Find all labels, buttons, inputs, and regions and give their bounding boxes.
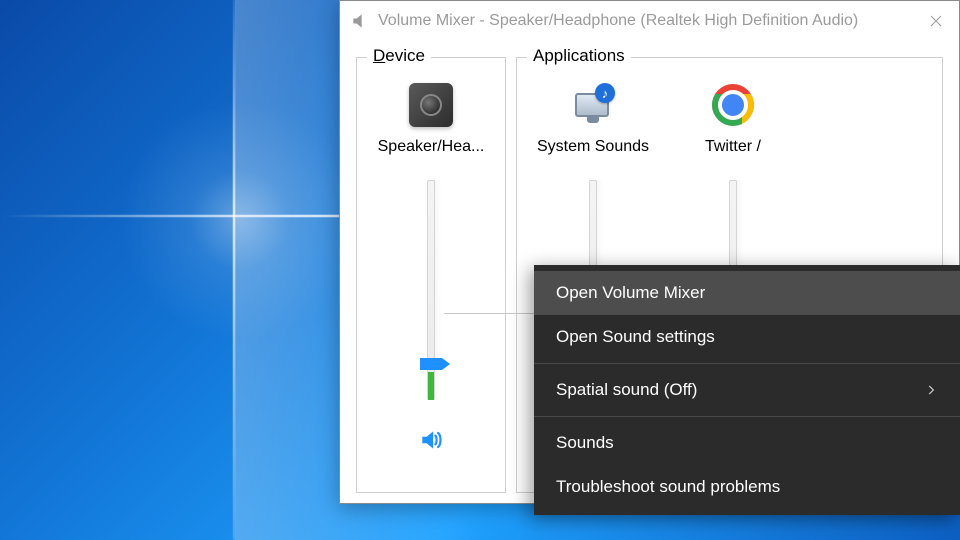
titlebar[interactable]: Volume Mixer - Speaker/Headphone (Realte… (340, 1, 959, 41)
device-slider-thumb[interactable] (420, 358, 442, 370)
system-sounds-icon-button[interactable]: ♪ (523, 78, 663, 132)
desktop-background: Volume Mixer - Speaker/Headphone (Realte… (0, 0, 960, 540)
menu-item-label: Sounds (556, 433, 614, 453)
device-label: Speaker/Hea... (371, 138, 491, 156)
menu-item-label: Spatial sound (Off) (556, 380, 697, 400)
wallpaper-streak-vertical (233, 0, 235, 540)
menu-open-volume-mixer[interactable]: Open Volume Mixer (534, 271, 960, 315)
chrome-icon (712, 84, 754, 126)
window-title: Volume Mixer - Speaker/Headphone (Realte… (378, 12, 913, 30)
sound-tray-context-menu: Open Volume Mixer Open Sound settings Sp… (534, 265, 960, 515)
wallpaper-streak-horizontal (0, 215, 340, 217)
menu-separator (534, 363, 960, 364)
menu-item-label: Open Volume Mixer (556, 283, 705, 303)
volume-mixer-icon (350, 11, 370, 31)
device-mute-button[interactable] (410, 422, 452, 458)
menu-item-label: Open Sound settings (556, 327, 715, 347)
chevron-right-icon (924, 383, 938, 397)
close-button[interactable] (913, 1, 959, 41)
menu-troubleshoot-sound[interactable]: Troubleshoot sound problems (534, 465, 960, 509)
menu-separator (534, 416, 960, 417)
device-volume-slider[interactable] (411, 180, 451, 400)
channel-device: Speaker/Hea... (363, 78, 499, 482)
speaker-unmuted-icon (418, 427, 444, 453)
menu-sounds[interactable]: Sounds (534, 421, 960, 465)
applications-group-label: Applications (527, 46, 631, 66)
menu-open-sound-settings[interactable]: Open Sound settings (534, 315, 960, 359)
device-level-meter (428, 372, 434, 400)
menu-spatial-sound[interactable]: Spatial sound (Off) (534, 368, 960, 412)
device-group: Device Speaker/Hea... (356, 57, 506, 493)
system-sounds-label: System Sounds (533, 138, 653, 156)
twitter-icon-button[interactable] (663, 78, 803, 132)
twitter-label: Twitter / (673, 138, 793, 156)
device-group-label: Device (367, 46, 431, 66)
device-icon-button[interactable] (363, 78, 499, 132)
menu-item-label: Troubleshoot sound problems (556, 477, 780, 497)
speaker-icon (409, 83, 453, 127)
system-sounds-icon: ♪ (569, 83, 617, 127)
